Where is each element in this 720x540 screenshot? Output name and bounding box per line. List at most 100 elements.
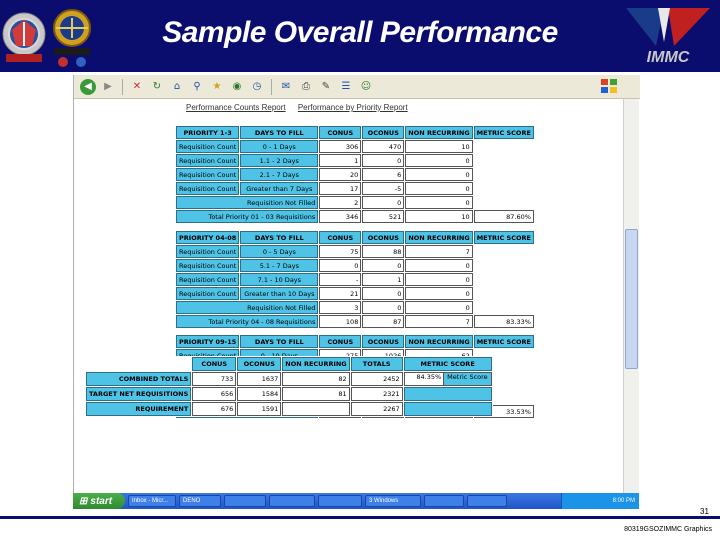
scrollbar-thumb[interactable]	[625, 229, 638, 369]
table-row: Requisition Count 2.1 - 7 Days 20 6 0	[176, 168, 534, 181]
row-label: Requisition Not Filled	[176, 196, 319, 209]
link-performance-by-priority[interactable]: Performance by Priority Report	[298, 103, 408, 112]
toolbar-divider	[122, 78, 123, 95]
conus-value: 676	[192, 402, 237, 416]
taskbar-task-button[interactable]: DENO	[179, 495, 221, 507]
page-number: 31	[700, 507, 709, 516]
taskbar-task-button[interactable]: Inbox - Micr...	[128, 495, 176, 507]
empty-cell	[473, 287, 534, 300]
column-header: METRIC SCORE	[403, 357, 492, 371]
link-performance-counts[interactable]: Performance Counts Report	[186, 103, 286, 112]
toolbar-divider	[271, 78, 272, 95]
metric-score: 84.35%	[416, 373, 442, 381]
table-header-row: PRIORITY 09-15 DAYS TO FILL CONUS OCONUS NON…	[176, 335, 534, 348]
table-row: Requisition Count 5.1 - 7 Days 0 0 0	[176, 259, 534, 272]
taskbar-task-button[interactable]	[269, 495, 315, 507]
nonrec-value: 0	[405, 154, 473, 167]
empty-cell	[473, 140, 534, 153]
edit-icon[interactable]: ✎	[318, 79, 334, 95]
table-row: Requisition Count 0 - 1 Days 306 470 10	[176, 140, 534, 153]
forward-icon[interactable]: ▶	[100, 79, 116, 95]
print-icon[interactable]: ⎙	[298, 79, 314, 95]
column-header: METRIC SCORE	[473, 335, 534, 348]
conus-value: 20	[319, 168, 362, 181]
metric-score-cell	[403, 402, 492, 416]
empty-cell	[473, 196, 534, 209]
taskbar-task-button[interactable]: 3 Windows	[365, 495, 421, 507]
column-header: PRIORITY 04-08	[176, 231, 240, 244]
nonrec-value: 81	[282, 387, 350, 401]
history-icon[interactable]: ◷	[249, 79, 265, 95]
discuss-icon[interactable]: ☰	[338, 79, 354, 95]
oconus-value: 6	[362, 168, 405, 181]
start-button[interactable]: ⊞ start	[73, 493, 125, 509]
column-header: DAYS TO FILL	[240, 335, 319, 348]
conus-value: -	[319, 273, 362, 286]
column-header: NON RECURRING	[405, 126, 473, 139]
taskbar-task-button[interactable]	[224, 495, 266, 507]
table-row: TARGET NET REQUISITIONS 656 1584 81 2321	[86, 387, 492, 401]
row-label: Requisition Count	[176, 287, 240, 300]
conus-value: 733	[192, 372, 237, 386]
nonrec-value: 0	[405, 259, 473, 272]
immc-logo: IMMC	[626, 8, 710, 66]
column-header: METRIC SCORE	[473, 231, 534, 244]
unit-seal-logo	[2, 12, 46, 62]
empty-cell	[473, 245, 534, 258]
empty-cell	[473, 154, 534, 167]
table-header-row: PRIORITY 04-08 DAYS TO FILL CONUS OCONUS NON…	[176, 231, 534, 244]
oconus-value: 0	[362, 196, 405, 209]
mail-icon[interactable]: ✉	[278, 79, 294, 95]
nonrec-value	[282, 402, 350, 416]
windows-taskbar: ⊞ start Inbox - Micr... DENO 3 Windows 8:0…	[73, 493, 639, 509]
totals-value: 2321	[350, 387, 403, 401]
aviation-seal-logo	[53, 9, 91, 67]
stop-icon[interactable]: ✕	[129, 79, 145, 95]
metric-score: 87.60%	[473, 210, 534, 223]
conus-value: 21	[319, 287, 362, 300]
table-row: Total Priority 04 - 08 Requisitions 108 87…	[176, 315, 534, 328]
column-header: DAYS TO FILL	[240, 231, 319, 244]
nonrec-value: 10	[405, 210, 473, 223]
column-header: CONUS	[319, 231, 362, 244]
header-band: Sample Overall Performance IMMC	[0, 0, 720, 72]
vertical-scrollbar[interactable]	[623, 99, 639, 493]
start-label: start	[90, 495, 113, 507]
slide-title: Sample Overall Performance	[162, 16, 558, 49]
column-header: OCONUS	[362, 231, 405, 244]
oconus-value: 1584	[237, 387, 282, 401]
empty-cell	[473, 259, 534, 272]
metric-score-cell	[403, 387, 492, 401]
conus-value: 2	[319, 196, 362, 209]
metric-score: 83.33%	[473, 315, 534, 328]
table-row: Requisition Count 7.1 - 10 Days -1 0	[176, 273, 534, 286]
row-label: Requisition Count	[176, 154, 240, 167]
conus-value: 75	[319, 245, 362, 258]
refresh-icon[interactable]: ↻	[149, 79, 165, 95]
media-icon[interactable]: ◉	[229, 79, 245, 95]
taskbar-task-button[interactable]	[467, 495, 507, 507]
column-header: NON RECURRING	[405, 335, 473, 348]
oconus-value: -5	[362, 182, 405, 195]
nonrec-value: 0	[405, 182, 473, 195]
report-links: Performance Counts Report Performance by…	[186, 103, 418, 112]
priority-1-3-table: PRIORITY 1-3 DAYS TO FILL CONUS OCONUS NON R…	[175, 125, 535, 224]
messenger-icon[interactable]: ☺	[358, 79, 374, 95]
taskbar-tasks: Inbox - Micr... DENO 3 Windows	[125, 495, 507, 507]
row-label: Requisition Count	[176, 273, 240, 286]
search-icon[interactable]: ⚲	[189, 79, 205, 95]
empty-cell	[473, 182, 534, 195]
empty-cell	[86, 357, 192, 371]
favorites-icon[interactable]: ★	[209, 79, 225, 95]
taskbar-task-button[interactable]	[318, 495, 362, 507]
days-to-fill: 1.1 - 2 Days	[240, 154, 319, 167]
taskbar-task-button[interactable]	[424, 495, 464, 507]
back-icon[interactable]: ◀	[80, 78, 96, 95]
row-label: Requisition Count	[176, 182, 240, 195]
nonrec-value: 0	[405, 273, 473, 286]
combined-totals-table: CONUS OCONUS NON RECURRING TOTALS METRIC SCO…	[85, 356, 493, 417]
footer-text: 80319GSOZIMMC Graphics	[624, 526, 712, 533]
clock: 8:00 PM	[612, 498, 635, 504]
oconus-value: 521	[362, 210, 405, 223]
home-icon[interactable]: ⌂	[169, 79, 185, 95]
